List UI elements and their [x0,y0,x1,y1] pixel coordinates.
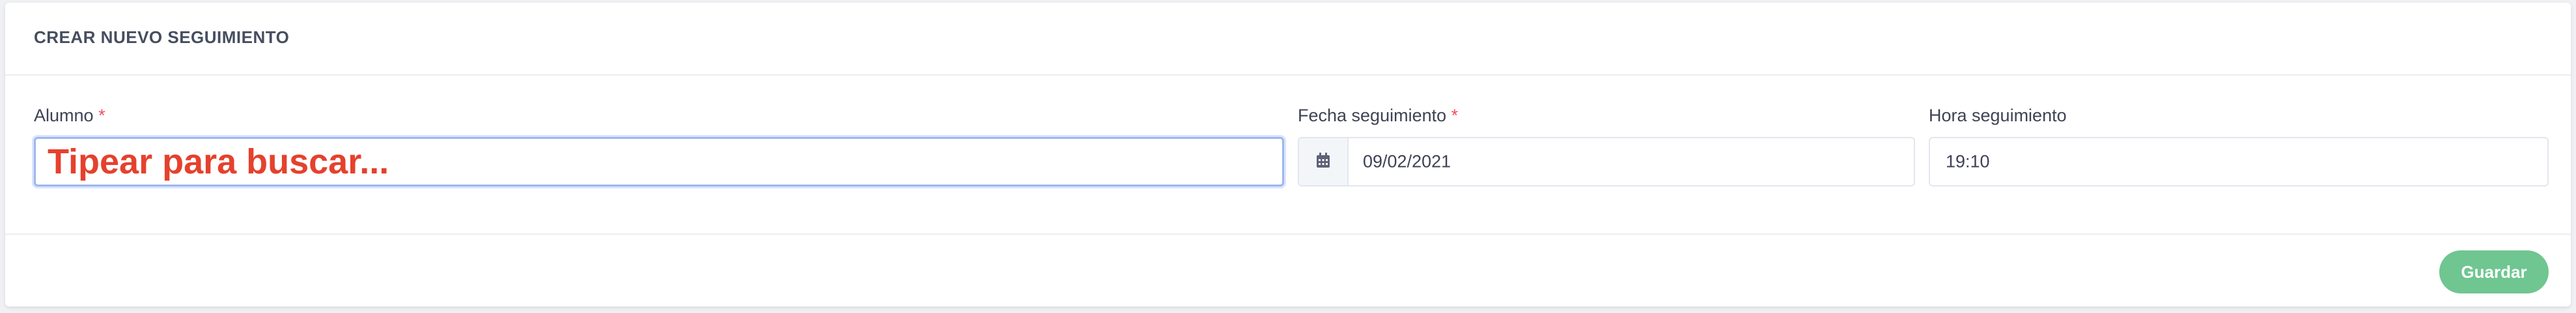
calendar-addon[interactable] [1299,138,1349,185]
alumno-search-input[interactable]: Tipear para buscar... [34,137,1284,186]
alumno-required-mark: * [98,106,105,125]
alumno-label-text: Alumno [34,106,94,125]
fecha-date-input[interactable]: 09/02/2021 [1298,137,1915,186]
alumno-search-placeholder: Tipear para buscar... [48,142,389,181]
fecha-label: Fecha seguimiento * [1298,106,1458,126]
card-title: CREAR NUEVO SEGUIMIENTO [34,27,290,47]
save-button[interactable]: Guardar [2439,250,2549,293]
hora-label-text: Hora seguimiento [1929,106,2067,125]
fecha-label-text: Fecha seguimiento [1298,106,1447,125]
alumno-label: Alumno * [34,106,105,126]
fecha-value: 09/02/2021 [1363,151,1451,171]
calendar-icon [1315,152,1331,172]
card-header: CREAR NUEVO SEGUIMIENTO [5,3,2571,76]
footer-divider [5,233,2571,235]
hora-value: 19:10 [1946,151,1990,171]
hora-time-input[interactable]: 19:10 [1929,137,2549,186]
hora-label: Hora seguimiento [1929,106,2067,126]
create-followup-card: CREAR NUEVO SEGUIMIENTO Alumno * Tipear … [5,3,2571,306]
fecha-required-mark: * [1451,106,1459,125]
